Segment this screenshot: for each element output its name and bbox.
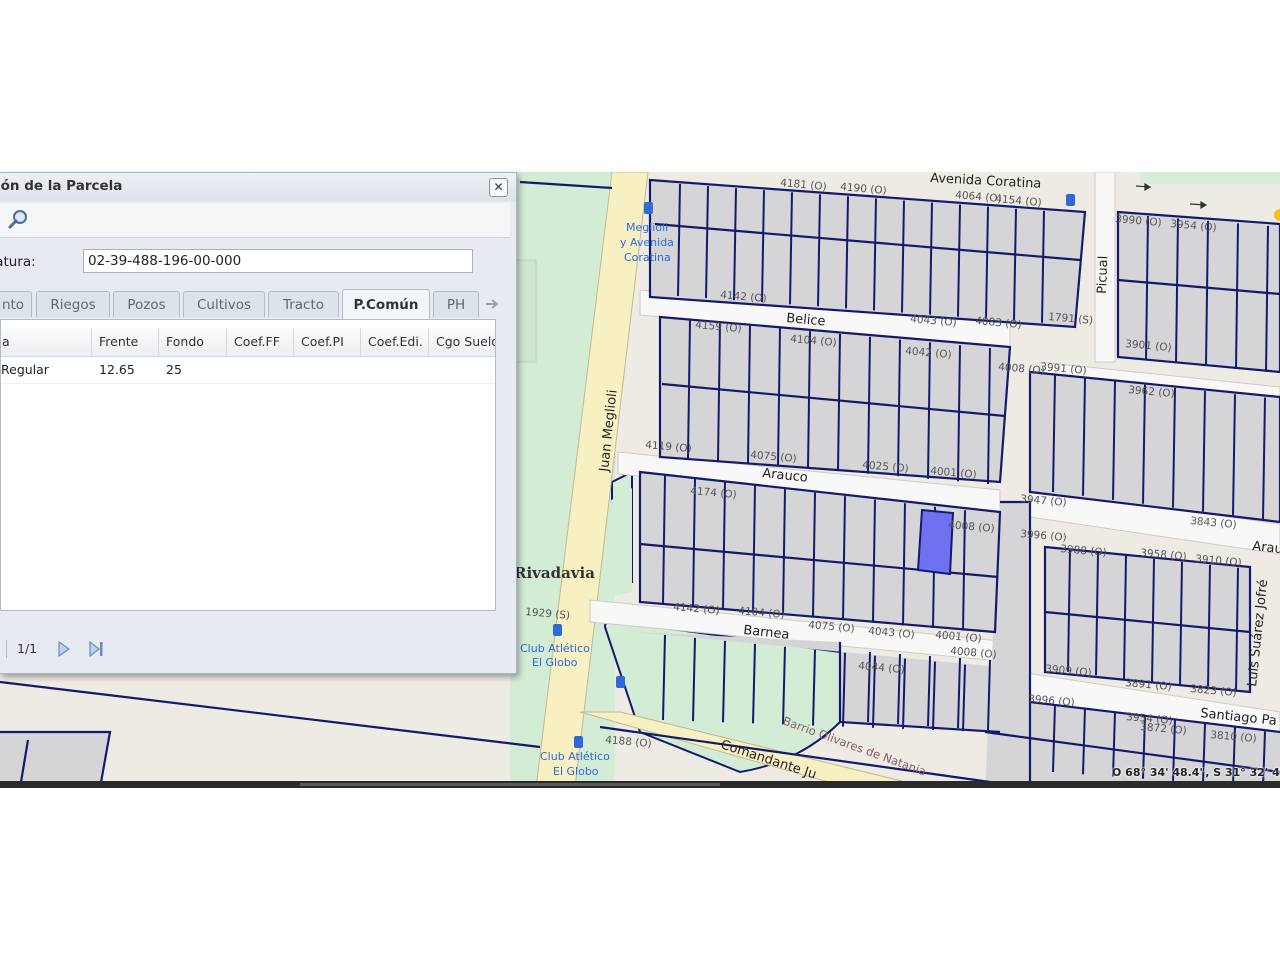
tab-p-comun[interactable]: P.Común: [342, 289, 430, 319]
search-icon[interactable]: [8, 208, 30, 230]
table-cell: 25: [166, 362, 182, 377]
table-cell: Regular: [1, 362, 49, 377]
dialog-title: ción de la Parcela: [0, 178, 123, 194]
poi-label: El Globo: [553, 765, 599, 778]
poi-label: Club Atlético: [540, 750, 610, 763]
arrow-right-icon[interactable]: [484, 297, 500, 311]
coordinate-readout: O 68° 34' 48.4", S 31° 32' 46: [1112, 766, 1280, 779]
next-page-icon[interactable]: [57, 640, 71, 658]
data-grid: a Frente Fondo Coef.FF Coef.PI Coef.Edi.…: [0, 319, 496, 611]
column-header[interactable]: Coef.FF: [227, 328, 294, 356]
column-header[interactable]: Frente: [92, 328, 159, 356]
column-header[interactable]: a: [1, 328, 92, 356]
poi-label: y Avenida: [620, 236, 674, 249]
column-header[interactable]: Coef.PI: [294, 328, 361, 356]
map-scrollbar[interactable]: [300, 783, 720, 786]
tab-cultivos[interactable]: Cultivos: [183, 291, 265, 317]
column-header[interactable]: Fondo: [159, 328, 227, 356]
dialog-header[interactable]: ción de la Parcela ✕: [0, 173, 516, 201]
tab-bar: nto Riegos Pozos Cultivos Tracto P.Común…: [0, 289, 510, 319]
street-label-picual: Picual: [1095, 255, 1111, 294]
tab-tracto[interactable]: Tracto: [268, 291, 339, 317]
table-cell: 12.65: [99, 362, 135, 377]
place-label: Rivadavia: [514, 564, 595, 582]
column-header[interactable]: Cgo Suelo: [429, 328, 495, 356]
pager-separator: [6, 640, 7, 658]
pager: 1/1: [0, 633, 510, 665]
poi-label: Coratina: [624, 251, 671, 264]
last-page-icon[interactable]: [88, 640, 104, 658]
tab-nto[interactable]: nto: [0, 291, 32, 317]
poi-label: Meglioli: [626, 221, 668, 234]
nomenclatura-input[interactable]: [83, 249, 473, 273]
poi-label: El Globo: [532, 656, 578, 669]
nomenclatura-label: clatura:: [0, 254, 36, 270]
tab-pozos[interactable]: Pozos: [113, 291, 180, 317]
close-button[interactable]: ✕: [489, 178, 508, 197]
page-info: 1/1: [17, 641, 38, 656]
parcel-info-dialog: ción de la Parcela ✕ clatura: nto Riegos…: [0, 172, 517, 674]
dialog-toolbar: [0, 203, 510, 238]
grid-header: a Frente Fondo Coef.FF Coef.PI Coef.Edi.…: [1, 328, 495, 357]
close-icon: ✕: [493, 180, 504, 194]
tab-riegos[interactable]: Riegos: [36, 291, 110, 317]
tab-ph[interactable]: PH: [433, 291, 479, 317]
column-header[interactable]: Coef.Edi.: [361, 328, 429, 356]
poi-label: Club Atlético: [520, 642, 590, 655]
table-row[interactable]: Regular 12.65 25: [1, 357, 495, 384]
